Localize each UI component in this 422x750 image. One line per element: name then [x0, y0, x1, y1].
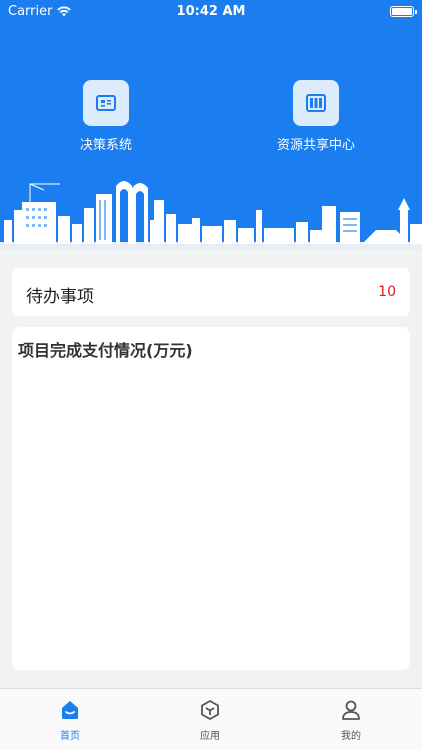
todo-label: 待办事项: [26, 287, 94, 307]
decision-system-icon: [96, 95, 116, 111]
apps-icon: [201, 700, 219, 720]
bottom-tab-bar: 首页 应用 我的: [0, 688, 422, 750]
tab-apps[interactable]: 应用: [170, 699, 250, 742]
shortcut-resource-sharing[interactable]: 资源共享中心: [246, 80, 386, 153]
tab-label: 我的: [341, 731, 361, 742]
header-banner: Carrier 10:42 AM 决策系统 资源共享中心: [0, 0, 422, 250]
resource-sharing-icon: [306, 94, 326, 112]
user-icon: [342, 700, 360, 720]
shortcut-label: 决策系统: [79, 138, 132, 153]
shortcut-decision-system[interactable]: 决策系统: [36, 80, 176, 153]
shortcut-label: 资源共享中心: [276, 138, 355, 153]
tab-home[interactable]: 首页: [30, 699, 110, 742]
city-skyline-illustration: [0, 181, 422, 250]
payment-status-panel: 项目完成支付情况(万元): [12, 327, 410, 670]
status-bar: Carrier 10:42 AM: [0, 0, 422, 24]
status-time: 10:42 AM: [176, 4, 246, 19]
todo-count-badge: 10: [378, 284, 396, 300]
todo-card[interactable]: 待办事项 10: [12, 268, 410, 316]
battery-icon: [390, 6, 417, 17]
tab-mine[interactable]: 我的: [311, 699, 391, 742]
home-icon: [62, 701, 78, 719]
tab-label: 应用: [200, 731, 220, 742]
tab-label: 首页: [60, 731, 80, 742]
panel-title: 项目完成支付情况(万元): [18, 341, 193, 360]
